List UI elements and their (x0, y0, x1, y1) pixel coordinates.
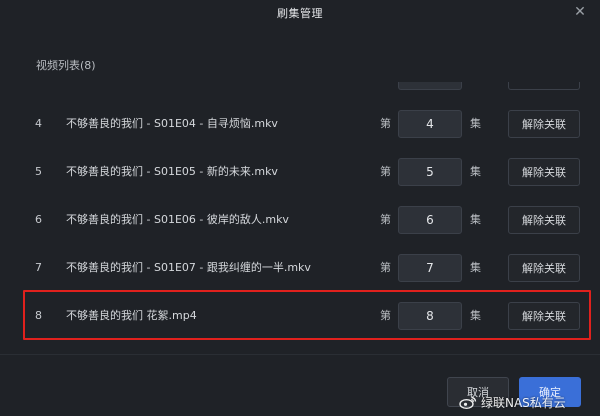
episode-suffix: 集 (470, 117, 481, 130)
episode-input[interactable]: 8 (398, 302, 462, 330)
row-index: 7 (35, 261, 42, 274)
episode-input[interactable]: 7 (398, 254, 462, 282)
watermark: 绿联NAS私有云 (459, 392, 566, 412)
row-index: 4 (35, 117, 42, 130)
row-filename: 不够善良的我们 花絮.mp4 (66, 309, 197, 322)
episode-input-partial[interactable] (398, 82, 462, 90)
row-index: 5 (35, 165, 42, 178)
row-filename: 不够善良的我们 - S01E05 - 新的未来.mkv (66, 165, 278, 178)
list-item: 7 不够善良的我们 - S01E07 - 跟我纠缠的一半.mkv 第 7 集 解… (0, 244, 600, 292)
list-item: 8 不够善良的我们 花絮.mp4 第 8 集 解除关联 (0, 292, 600, 340)
list-item: 5 不够善良的我们 - S01E05 - 新的未来.mkv 第 5 集 解除关联 (0, 148, 600, 196)
unlink-button[interactable]: 解除关联 (508, 110, 580, 138)
episode-prefix: 第 (380, 261, 391, 274)
row-filename: 不够善良的我们 - S01E07 - 跟我纠缠的一半.mkv (66, 261, 311, 274)
unlink-button[interactable]: 解除关联 (508, 302, 580, 330)
episode-suffix: 集 (470, 213, 481, 226)
weibo-icon (459, 395, 477, 410)
video-list-label: 视频列表(8) (36, 59, 96, 72)
list-item: 4 不够善良的我们 - S01E04 - 自寻烦恼.mkv 第 4 集 解除关联 (0, 100, 600, 148)
episode-suffix: 集 (470, 165, 481, 178)
episode-prefix: 第 (380, 117, 391, 130)
episode-suffix: 集 (470, 309, 481, 322)
unlink-button[interactable]: 解除关联 (508, 254, 580, 282)
unlink-button-partial[interactable] (508, 82, 580, 90)
row-index: 8 (35, 309, 42, 322)
dialog-title: 刷集管理 (277, 7, 323, 20)
row-filename: 不够善良的我们 - S01E06 - 彼岸的敌人.mkv (66, 213, 289, 226)
unlink-button[interactable]: 解除关联 (508, 158, 580, 186)
episode-input[interactable]: 4 (398, 110, 462, 138)
footer-divider (0, 354, 600, 355)
episode-suffix: 集 (470, 261, 481, 274)
row-filename: 不够善良的我们 - S01E04 - 自寻烦恼.mkv (66, 117, 278, 130)
unlink-button[interactable]: 解除关联 (508, 206, 580, 234)
episode-prefix: 第 (380, 165, 391, 178)
watermark-text: 绿联NAS私有云 (481, 395, 566, 410)
dialog-titlebar: 刷集管理 (0, 0, 600, 26)
episode-input[interactable]: 6 (398, 206, 462, 234)
episode-prefix: 第 (380, 309, 391, 322)
close-icon[interactable]: ✕ (572, 4, 588, 20)
episode-input[interactable]: 5 (398, 158, 462, 186)
list-item: 6 不够善良的我们 - S01E06 - 彼岸的敌人.mkv 第 6 集 解除关… (0, 196, 600, 244)
video-list[interactable]: 4 不够善良的我们 - S01E04 - 自寻烦恼.mkv 第 4 集 解除关联… (0, 82, 600, 350)
row-index: 6 (35, 213, 42, 226)
episode-prefix: 第 (380, 213, 391, 226)
